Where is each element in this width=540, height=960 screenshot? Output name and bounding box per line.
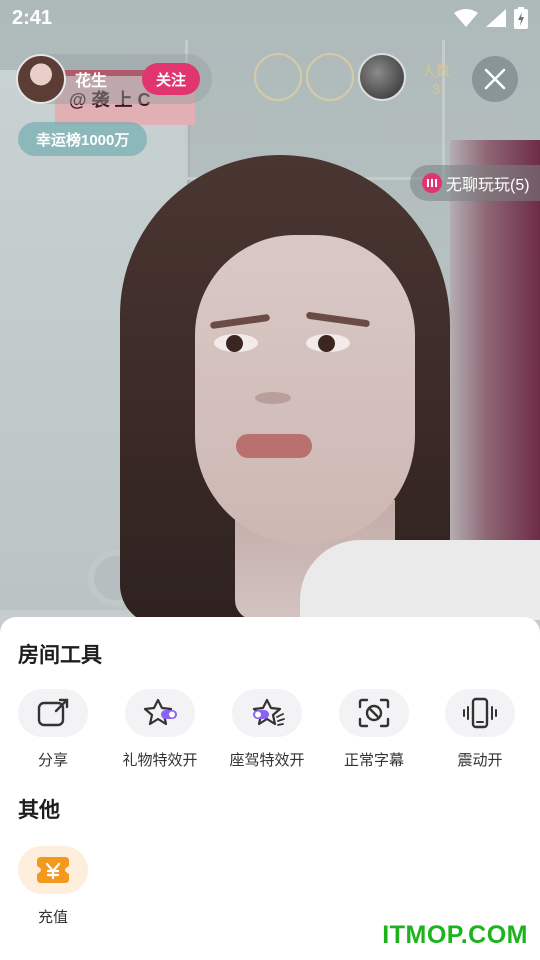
host-info[interactable]: 花生 关注	[16, 54, 212, 104]
follow-button[interactable]: 关注	[142, 63, 200, 95]
tool-label: 礼物特效开	[122, 752, 198, 769]
game-icon	[422, 173, 442, 193]
other-section-title: 其他	[18, 799, 60, 822]
right-eye	[306, 334, 350, 352]
streamer-shirt	[300, 540, 540, 620]
wifi-icon	[454, 9, 478, 27]
tool-subtitle[interactable]: 正常字幕	[324, 689, 424, 770]
tool-vehicle-effect[interactable]: 座驾特效开	[217, 689, 317, 770]
room-tools-title: 房间工具	[18, 644, 102, 667]
viewer-count-label: 人数	[422, 63, 450, 79]
tool-label: 分享	[37, 752, 68, 769]
status-icons	[454, 7, 528, 29]
left-eye	[214, 334, 258, 352]
status-time: 2:41	[12, 6, 53, 29]
host-name: 花生	[75, 73, 108, 90]
status-bar: 2:41	[0, 0, 540, 36]
viewer-avatar-empty[interactable]	[254, 53, 302, 101]
tool-label: 座驾特效开	[229, 752, 305, 769]
tool-label: 正常字幕	[343, 752, 404, 769]
room-tools-sheet: 房间工具 分享 礼物特效开 座驾特效开 正常字幕 震动开 其他 充值 ITMOP…	[0, 617, 540, 960]
tool-gift-effect[interactable]: 礼物特效开	[110, 689, 210, 770]
viewer-count-value: 3	[432, 81, 440, 97]
viewer-avatar[interactable]	[358, 53, 406, 101]
vehicle-effect-toggle[interactable]	[232, 689, 302, 737]
recharge-button[interactable]	[18, 846, 88, 894]
bored-game-label: 无聊玩玩(5)	[446, 177, 530, 194]
viewer-count[interactable]: 人数 3	[416, 62, 456, 98]
battery-icon	[514, 7, 528, 29]
viewer-avatar-empty[interactable]	[306, 53, 354, 101]
streamer-lips	[236, 434, 312, 458]
streamer-nose	[255, 392, 291, 404]
streamer-face	[195, 235, 415, 545]
tool-label: 充值	[37, 909, 68, 926]
gift-effect-icon	[143, 698, 177, 726]
tool-share[interactable]: 分享	[3, 689, 103, 770]
close-icon	[484, 68, 506, 90]
share-icon	[37, 698, 69, 727]
bored-game-tag[interactable]: 无聊玩玩(5)	[410, 165, 540, 201]
tool-recharge[interactable]: 充值	[3, 846, 103, 927]
host-avatar[interactable]	[16, 54, 66, 104]
vehicle-effect-icon	[252, 698, 285, 726]
gift-effect-toggle[interactable]	[125, 689, 195, 737]
tool-label: 震动开	[457, 752, 503, 769]
recharge-icon	[37, 857, 69, 883]
subtitle-icon	[358, 698, 390, 728]
vibrate-toggle[interactable]	[445, 689, 515, 737]
signal-icon	[486, 9, 506, 27]
lucky-rank-badge[interactable]: 幸运榜1000万	[18, 122, 148, 156]
subtitle-button[interactable]	[339, 689, 409, 737]
vibrate-icon	[463, 697, 497, 729]
site-watermark: ITMOP.COM	[382, 921, 528, 949]
close-button[interactable]	[472, 56, 518, 102]
share-button[interactable]	[18, 689, 88, 737]
tool-vibrate[interactable]: 震动开	[430, 689, 530, 770]
